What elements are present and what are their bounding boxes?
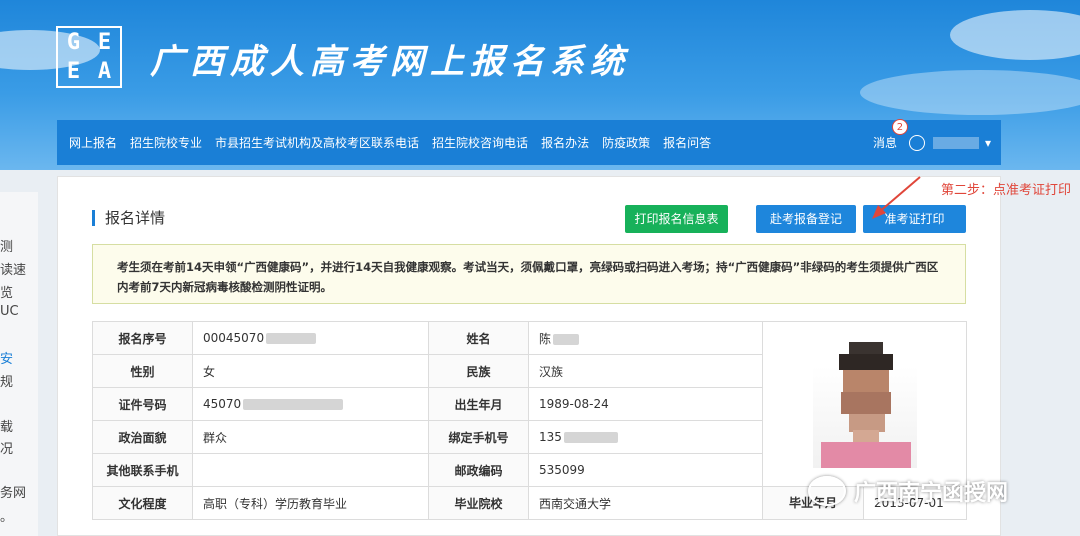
redaction-blur <box>266 333 317 344</box>
site-title: 广西成人高考网上报名系统 <box>150 42 630 82</box>
messages-label: 消息 <box>872 136 897 150</box>
label-id-no: 证件号码 <box>92 387 193 421</box>
photo-cell <box>762 321 967 487</box>
step-two-annotation: 第二步：点准考证打印 <box>941 183 1072 198</box>
chevron-down-icon[interactable]: ▾ <box>985 136 991 150</box>
watermark-text: 广西南宁函授网 <box>854 481 1009 506</box>
cloud-decoration <box>860 70 1080 115</box>
label-name: 姓名 <box>428 321 529 355</box>
nav-item-registration-method[interactable]: 报名办法 <box>541 134 589 151</box>
value-politics: 群众 <box>192 420 429 454</box>
label-gender: 性别 <box>92 354 193 388</box>
value-other-phone <box>192 453 429 487</box>
value-phone-text: 135 <box>539 430 562 444</box>
nav-item-faq[interactable]: 报名问答 <box>663 134 711 151</box>
left-side-panel: 测 读速 览 UC 安 规 载 况 务网 。 <box>0 192 38 536</box>
logo-letter: A <box>97 59 112 84</box>
cloud-decoration <box>950 10 1080 60</box>
messages-link[interactable]: 消息 2 <box>872 119 908 151</box>
value-reg-no-text: 00045070 <box>203 331 265 345</box>
value-name: 陈 <box>528 321 763 355</box>
epidemic-notice: 考生须在考前14天申领“广西健康码”，并进行14天自我健康观察。考试当天，须佩戴… <box>92 244 966 304</box>
site-logo[interactable]: G E E A <box>56 26 122 88</box>
value-id-no-text: 45070 <box>203 397 242 411</box>
logo-letter: E <box>66 59 81 84</box>
side-text-fragment: 务网 <box>0 486 27 501</box>
page-title: 报名详情 <box>92 210 165 226</box>
label-reg-no: 报名序号 <box>92 321 193 355</box>
redaction-blur <box>243 399 344 410</box>
exam-report-register-button[interactable]: 赴考报备登记 <box>756 205 856 233</box>
nav-user-area: 消息 2 ▾ <box>872 119 991 165</box>
value-ethnicity: 汉族 <box>528 354 763 388</box>
label-ethnicity: 民族 <box>428 354 529 388</box>
print-registration-info-button[interactable]: 打印报名信息表 <box>625 205 728 233</box>
label-phone: 绑定手机号 <box>428 420 529 454</box>
value-phone: 135 <box>528 420 763 454</box>
label-politics: 政治面貌 <box>92 420 193 454</box>
value-name-text: 陈 <box>539 331 552 346</box>
wechat-icon <box>808 476 846 506</box>
nav-item-contact-phones[interactable]: 市县招生考试机构及高校考区联系电话 <box>215 134 419 151</box>
side-text-fragment: 载 <box>0 420 14 435</box>
label-other-phone: 其他联系手机 <box>92 453 193 487</box>
side-text-fragment: 测 <box>0 240 14 255</box>
nav-item-school-hotlines[interactable]: 招生院校咨询电话 <box>432 134 528 151</box>
logo-letter: G <box>66 30 81 55</box>
label-birth: 出生年月 <box>428 387 529 421</box>
side-text-fragment: 读速 <box>0 263 27 278</box>
value-school: 西南交通大学 <box>528 486 763 520</box>
side-text-fragment: 况 <box>0 442 14 457</box>
side-text-fragment: 规 <box>0 375 14 390</box>
value-postcode: 535099 <box>528 453 763 487</box>
arrow-annotation-icon <box>872 176 921 219</box>
side-text-fragment: UC <box>0 304 19 319</box>
side-text-fragment: 。 <box>0 510 14 525</box>
message-count-badge: 2 <box>891 119 908 135</box>
redaction-blur <box>553 333 580 345</box>
value-birth: 1989-08-24 <box>528 387 763 421</box>
label-postcode: 邮政编码 <box>428 453 529 487</box>
value-education: 高职（专科）学历教育毕业 <box>192 486 429 520</box>
side-text-fragment: 览 <box>0 286 14 301</box>
value-id-no: 45070 <box>192 387 429 421</box>
value-gender: 女 <box>192 354 429 388</box>
value-reg-no: 00045070 <box>192 321 429 355</box>
user-icon[interactable] <box>908 134 925 151</box>
nav-item-epidemic-policy[interactable]: 防疫政策 <box>602 134 650 151</box>
table-row: 报名序号 00045070 姓名 陈 <box>92 321 967 487</box>
logo-letter: E <box>97 30 112 55</box>
nav-item-schools-majors[interactable]: 招生院校专业 <box>130 134 202 151</box>
wechat-watermark: 广西南宁函授网 <box>808 475 1008 507</box>
nav-item-online-registration[interactable]: 网上报名 <box>69 134 117 151</box>
applicant-photo <box>812 340 917 468</box>
label-education: 文化程度 <box>92 486 193 520</box>
blurred-face-photo <box>820 342 911 468</box>
main-navbar: 网上报名 招生院校专业 市县招生考试机构及高校考区联系电话 招生院校咨询电话 报… <box>57 119 1001 165</box>
user-name-redacted[interactable] <box>932 136 979 149</box>
label-school: 毕业院校 <box>428 486 529 520</box>
side-link-fragment[interactable]: 安 <box>0 348 13 367</box>
redaction-blur <box>563 432 618 443</box>
